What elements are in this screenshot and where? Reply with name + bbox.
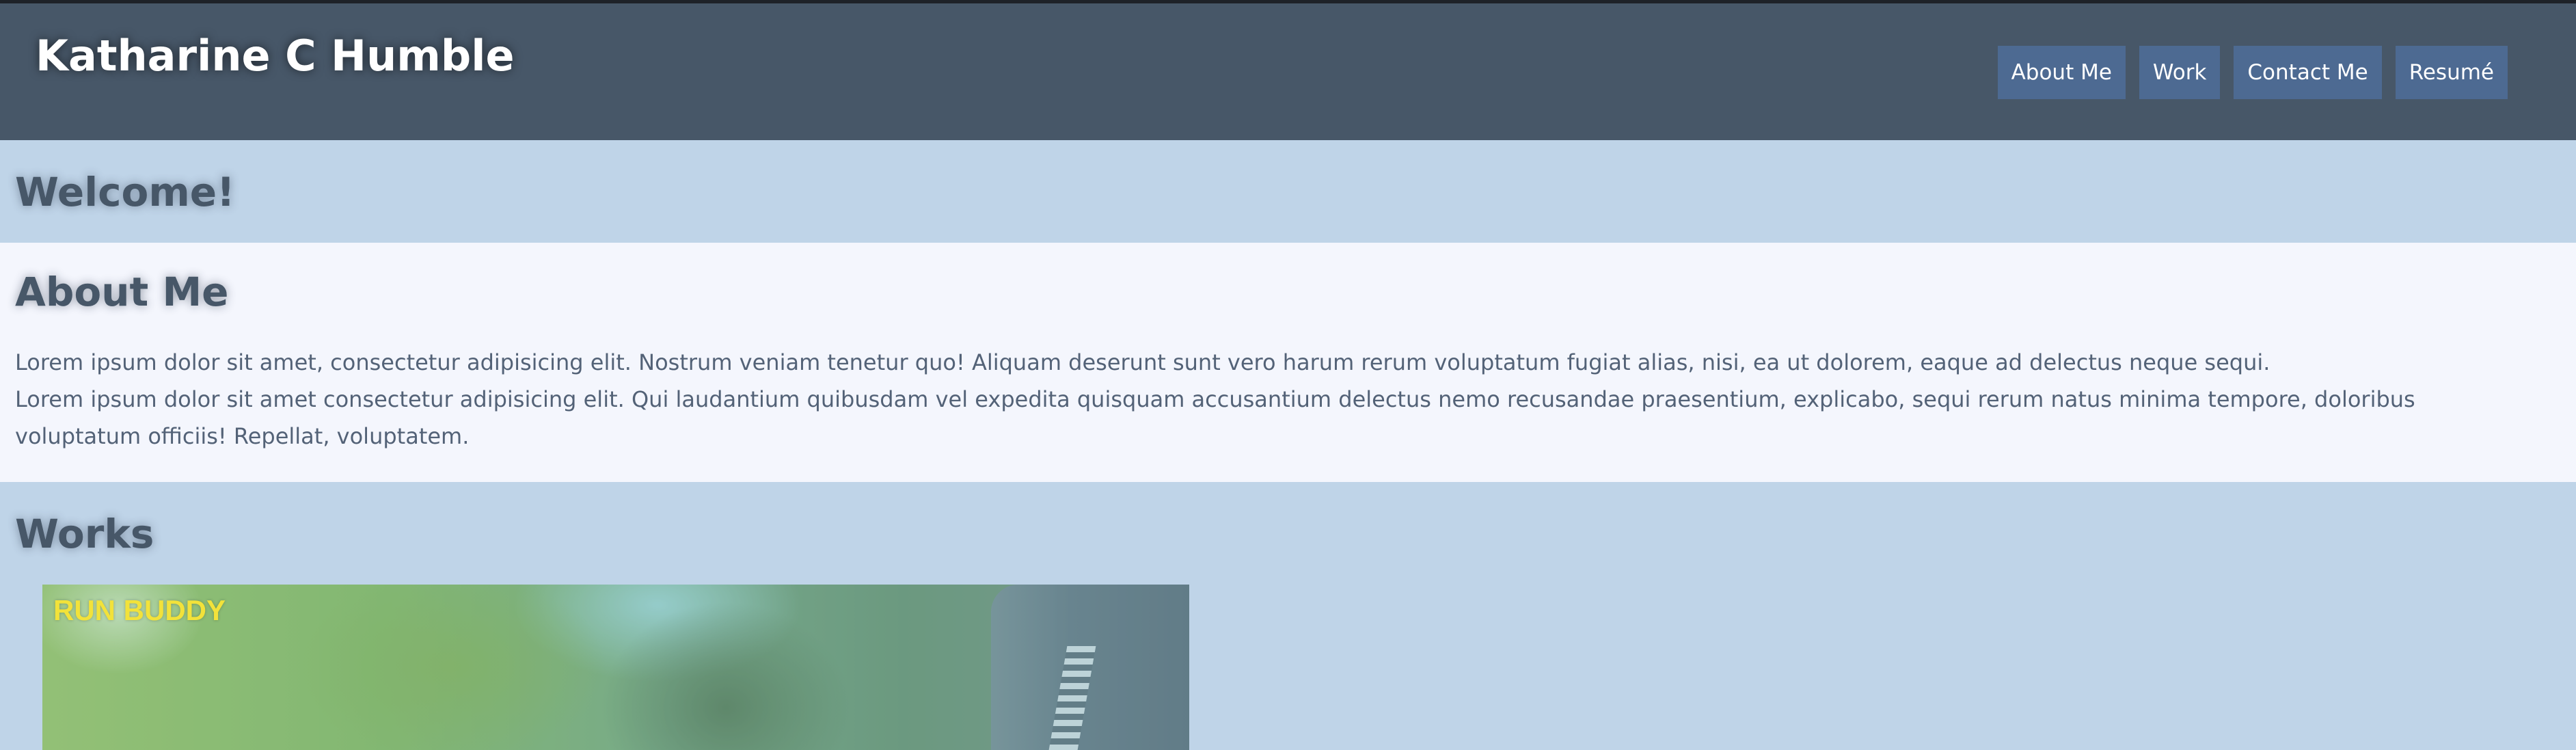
about-section: About Me Lorem ipsum dolor sit amet, con… [0,243,2576,482]
work-card-label: RUN BUDDY [53,594,226,626]
site-title: Katharine C Humble [36,31,515,81]
nav-about-me-button[interactable]: About Me [1997,46,2126,99]
about-paragraph: Lorem ipsum dolor sit amet consectetur a… [15,386,2415,449]
about-heading: About Me [15,269,229,315]
nav-contact-me-button[interactable]: Contact Me [2234,46,2382,99]
nav-work-button[interactable]: Work [2139,46,2221,99]
works-section: Works RUN BUDDY [0,482,2576,750]
welcome-section: Welcome! [0,140,2576,243]
main-nav: About Me Work Contact Me Resumé [1997,46,2508,99]
work-card-run-buddy[interactable]: RUN BUDDY [42,585,1189,750]
nav-resume-button[interactable]: Resumé [2395,46,2508,99]
about-paragraph: Lorem ipsum dolor sit amet, consectetur … [15,349,2270,375]
about-text: Lorem ipsum dolor sit amet, consectetur … [15,344,2503,455]
site-header: Katharine C Humble About Me Work Contact… [0,3,2576,140]
works-heading: Works [15,511,154,557]
welcome-heading: Welcome! [15,169,235,215]
